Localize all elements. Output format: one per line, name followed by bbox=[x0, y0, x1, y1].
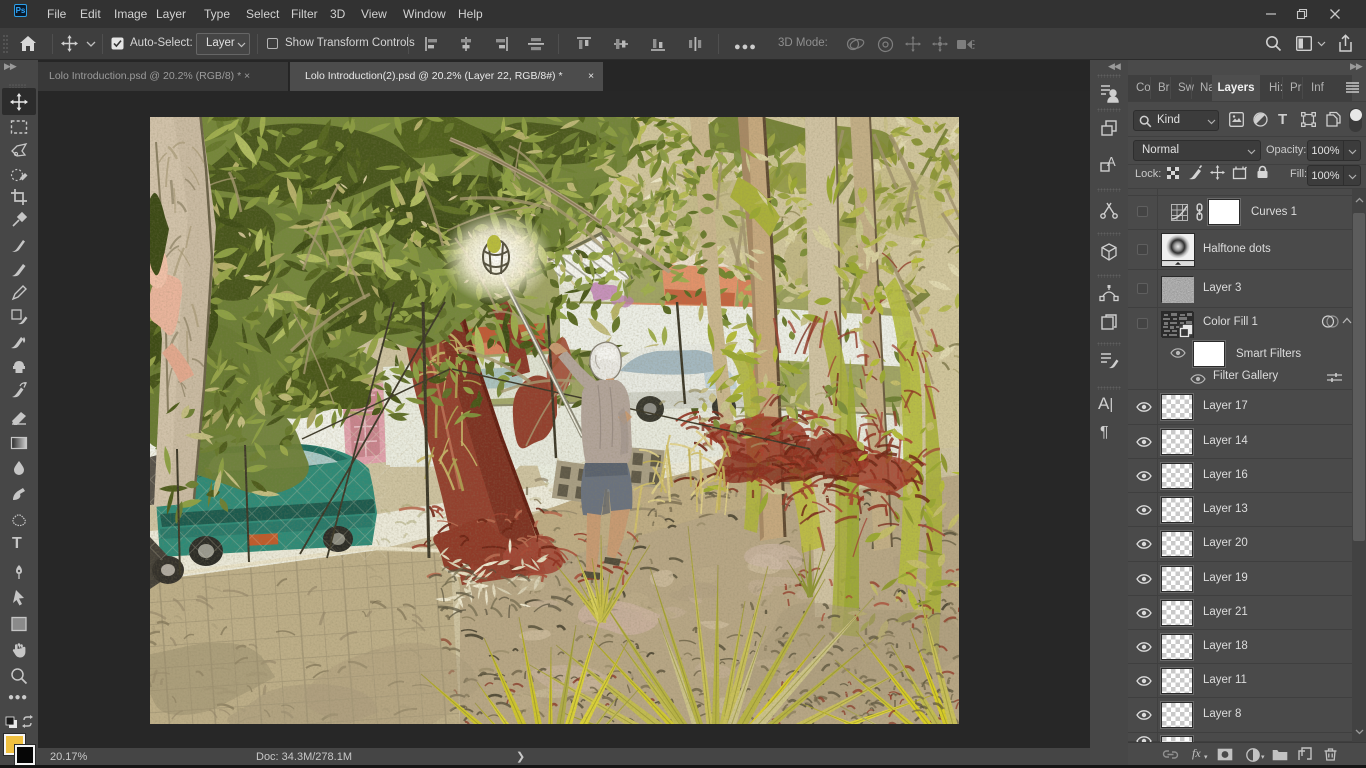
svg-text:A: A bbox=[1107, 154, 1116, 169]
